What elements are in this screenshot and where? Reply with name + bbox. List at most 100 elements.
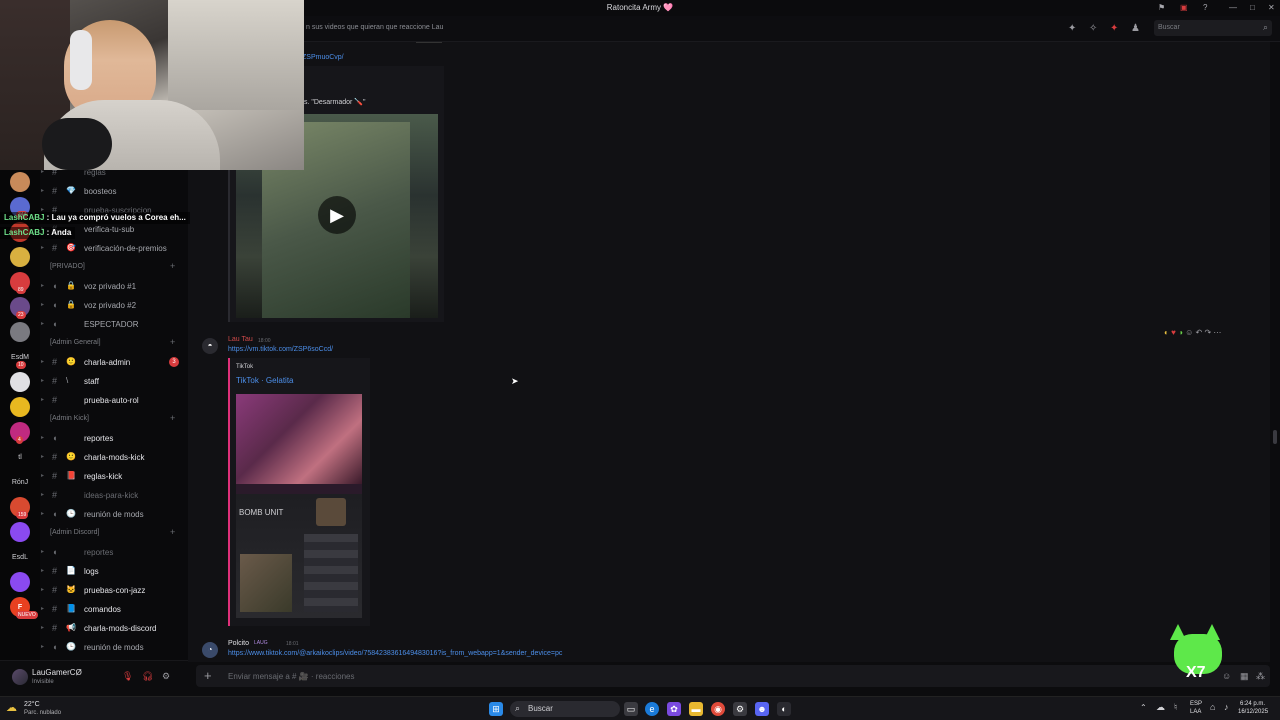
user-avatar[interactable] xyxy=(12,669,28,685)
channel-item[interactable]: ▸ # 💎 boosteos xyxy=(40,183,188,199)
reaction-icon[interactable]: ◑ xyxy=(1178,328,1183,337)
add-channel-icon[interactable]: + xyxy=(170,527,175,537)
minimize-icon[interactable]: — xyxy=(1229,3,1237,12)
notification-icon[interactable]: ✧ xyxy=(1089,23,1097,34)
expand-icon[interactable]: ▸ xyxy=(41,396,44,403)
stream-icon[interactable]: ▣ xyxy=(1180,3,1188,12)
mic-muted-icon[interactable]: 🎙︎ xyxy=(122,671,133,682)
clock-time[interactable]: 6:24 p.m. xyxy=(1240,701,1265,707)
chrome-icon[interactable]: ◉ xyxy=(711,702,725,716)
expand-icon[interactable]: ▸ xyxy=(41,567,44,574)
taskbar-search[interactable]: ⌕ Buscar xyxy=(510,701,620,717)
expand-icon[interactable]: ▸ xyxy=(41,491,44,498)
message-link[interactable]: https://www.tiktok.com/@arkaikoclips/vid… xyxy=(228,650,562,657)
channel-item[interactable]: ▸ # 📕 reglas-kick xyxy=(40,468,188,484)
tray-overflow-icon[interactable]: ⌃ xyxy=(1140,703,1147,712)
channel-item[interactable]: ▸ # 🎯 verificación-de-premios xyxy=(40,240,188,256)
pin-icon[interactable]: ✦ xyxy=(1110,23,1118,34)
settings-gear-icon[interactable]: ⚙ xyxy=(162,671,170,682)
expand-icon[interactable]: ▸ xyxy=(41,624,44,631)
embed-title[interactable]: TikTok · Gelatita xyxy=(236,376,294,385)
close-icon[interactable]: ✕ xyxy=(1268,3,1275,12)
message-author[interactable]: Lau Tau xyxy=(228,336,253,343)
play-icon[interactable]: ▶ xyxy=(318,196,356,234)
channel-item[interactable]: ▸ ◖ 🔒 voz privado #2 xyxy=(40,297,188,313)
weather-icon[interactable]: ☁ xyxy=(6,701,17,714)
server-icon[interactable]: RónJ xyxy=(10,472,30,492)
channel-item[interactable]: ▸ # prueba-auto-rol xyxy=(40,392,188,408)
add-channel-icon[interactable]: + xyxy=(170,261,175,271)
channel-item[interactable]: ▸ # \ staff xyxy=(40,373,188,389)
server-icon[interactable] xyxy=(10,572,30,592)
forward-icon[interactable]: ↷ xyxy=(1204,328,1211,337)
expand-icon[interactable]: ▸ xyxy=(41,472,44,479)
channel-category[interactable]: [Admin Kick] xyxy=(50,415,89,422)
avatar[interactable]: ◓ xyxy=(202,338,218,354)
expand-icon[interactable]: ▸ xyxy=(41,586,44,593)
expand-icon[interactable]: ▸ xyxy=(41,605,44,612)
channel-item[interactable]: ▸ # ideas-para-kick xyxy=(40,487,188,503)
add-channel-icon[interactable]: + xyxy=(170,413,175,423)
expand-icon[interactable]: ▸ xyxy=(41,187,44,194)
more-icon[interactable]: ⋯ xyxy=(1213,328,1221,337)
channel-item[interactable]: ▸ # 📢 charla-mods-discord xyxy=(40,620,188,636)
message-composer[interactable]: + Enviar mensaje a # 🎥 · reacciones ☺ ▦ … xyxy=(196,665,1270,687)
start-icon[interactable]: ⊞ xyxy=(489,702,503,716)
username[interactable]: LauGamerCØ xyxy=(32,668,82,677)
attach-icon[interactable]: + xyxy=(204,668,212,683)
members-icon[interactable]: ♟ xyxy=(1131,23,1140,34)
channel-item[interactable]: ▸ ◖ 🕒 reunión de mods xyxy=(40,506,188,522)
weather-temp[interactable]: 22°C xyxy=(24,701,40,708)
channel-item[interactable]: ▸ # 📄 logs xyxy=(40,563,188,579)
channel-category[interactable]: [PRIVADO] xyxy=(50,263,85,270)
expand-icon[interactable]: ▸ xyxy=(41,377,44,384)
copilot-icon[interactable]: ✿ xyxy=(667,702,681,716)
server-icon[interactable] xyxy=(10,172,30,192)
server-icon[interactable] xyxy=(10,522,30,542)
video-thumbnail[interactable] xyxy=(236,394,362,484)
server-icon[interactable] xyxy=(10,372,30,392)
settings-icon[interactable]: ⚙ xyxy=(733,702,747,716)
expand-icon[interactable]: ▸ xyxy=(41,643,44,650)
expand-icon[interactable]: ▸ xyxy=(41,548,44,555)
discord-icon[interactable]: ☻ xyxy=(755,702,769,716)
heart-icon[interactable]: ♥ xyxy=(1171,328,1176,337)
volume-icon[interactable]: ♪ xyxy=(1224,702,1229,712)
expand-icon[interactable]: ▸ xyxy=(41,510,44,517)
headphones-muted-icon[interactable]: 🎧︎ xyxy=(142,671,153,682)
avatar[interactable]: ◔ xyxy=(202,642,218,658)
search-input[interactable]: Buscar ⌕ xyxy=(1154,20,1272,36)
channel-item[interactable]: ▸ ◖ ESPECTADOR xyxy=(40,316,188,332)
server-icon[interactable]: tl xyxy=(10,447,30,467)
message-author[interactable]: Polcito xyxy=(228,640,249,647)
add-channel-icon[interactable]: + xyxy=(170,337,175,347)
expand-icon[interactable]: ▸ xyxy=(41,301,44,308)
server-icon[interactable] xyxy=(10,397,30,417)
threads-icon[interactable]: ✦ xyxy=(1068,23,1076,34)
emoji-icon[interactable]: ☺ xyxy=(1185,328,1193,337)
expand-icon[interactable]: ▸ xyxy=(41,434,44,441)
channel-item[interactable]: ▸ # 📘 comandos xyxy=(40,601,188,617)
channel-category[interactable]: [Admin General] xyxy=(50,339,101,346)
sticker-icon[interactable]: ▦ xyxy=(1240,671,1249,682)
channel-item[interactable]: ▸ # 🙂 charla-mods-kick xyxy=(40,449,188,465)
network-icon[interactable]: ⌂ xyxy=(1210,702,1215,712)
channel-item[interactable]: ▸ # 🐱 pruebas-con-jazz xyxy=(40,582,188,598)
file-explorer-icon[interactable]: ▬ xyxy=(689,702,703,716)
message-link[interactable]: https://vm.tiktok.com/ZSP6soCcd/ xyxy=(228,346,333,353)
maximize-icon[interactable]: □ xyxy=(1250,3,1255,12)
channel-item[interactable]: ▸ # 🙂 charla-admin 3 xyxy=(40,354,188,370)
message-list[interactable]: ZSPmuoCvp/ ts. "Desarmador 🪛" ▶ ◓ Lau Ta… xyxy=(188,42,1277,662)
expand-icon[interactable]: ▸ xyxy=(41,453,44,460)
apps-icon[interactable]: ⁂ xyxy=(1256,671,1265,682)
channel-item[interactable]: ▸ ◖ 🕒 reunión de mods xyxy=(40,639,188,655)
onedrive-icon[interactable]: ☁ xyxy=(1156,702,1165,713)
edge-icon[interactable]: e xyxy=(645,702,659,716)
lang-indicator[interactable]: ESP xyxy=(1190,701,1202,707)
channel-item[interactable]: ▸ ◖ reportes xyxy=(40,430,188,446)
expand-icon[interactable]: ▸ xyxy=(41,282,44,289)
channel-item[interactable]: ▸ ◖ 🔒 voz privado #1 xyxy=(40,278,188,294)
help-icon[interactable]: ? xyxy=(1203,3,1207,12)
reply-icon[interactable]: ↶ xyxy=(1196,328,1203,337)
channel-item[interactable]: ▸ ◖ reportes xyxy=(40,544,188,560)
